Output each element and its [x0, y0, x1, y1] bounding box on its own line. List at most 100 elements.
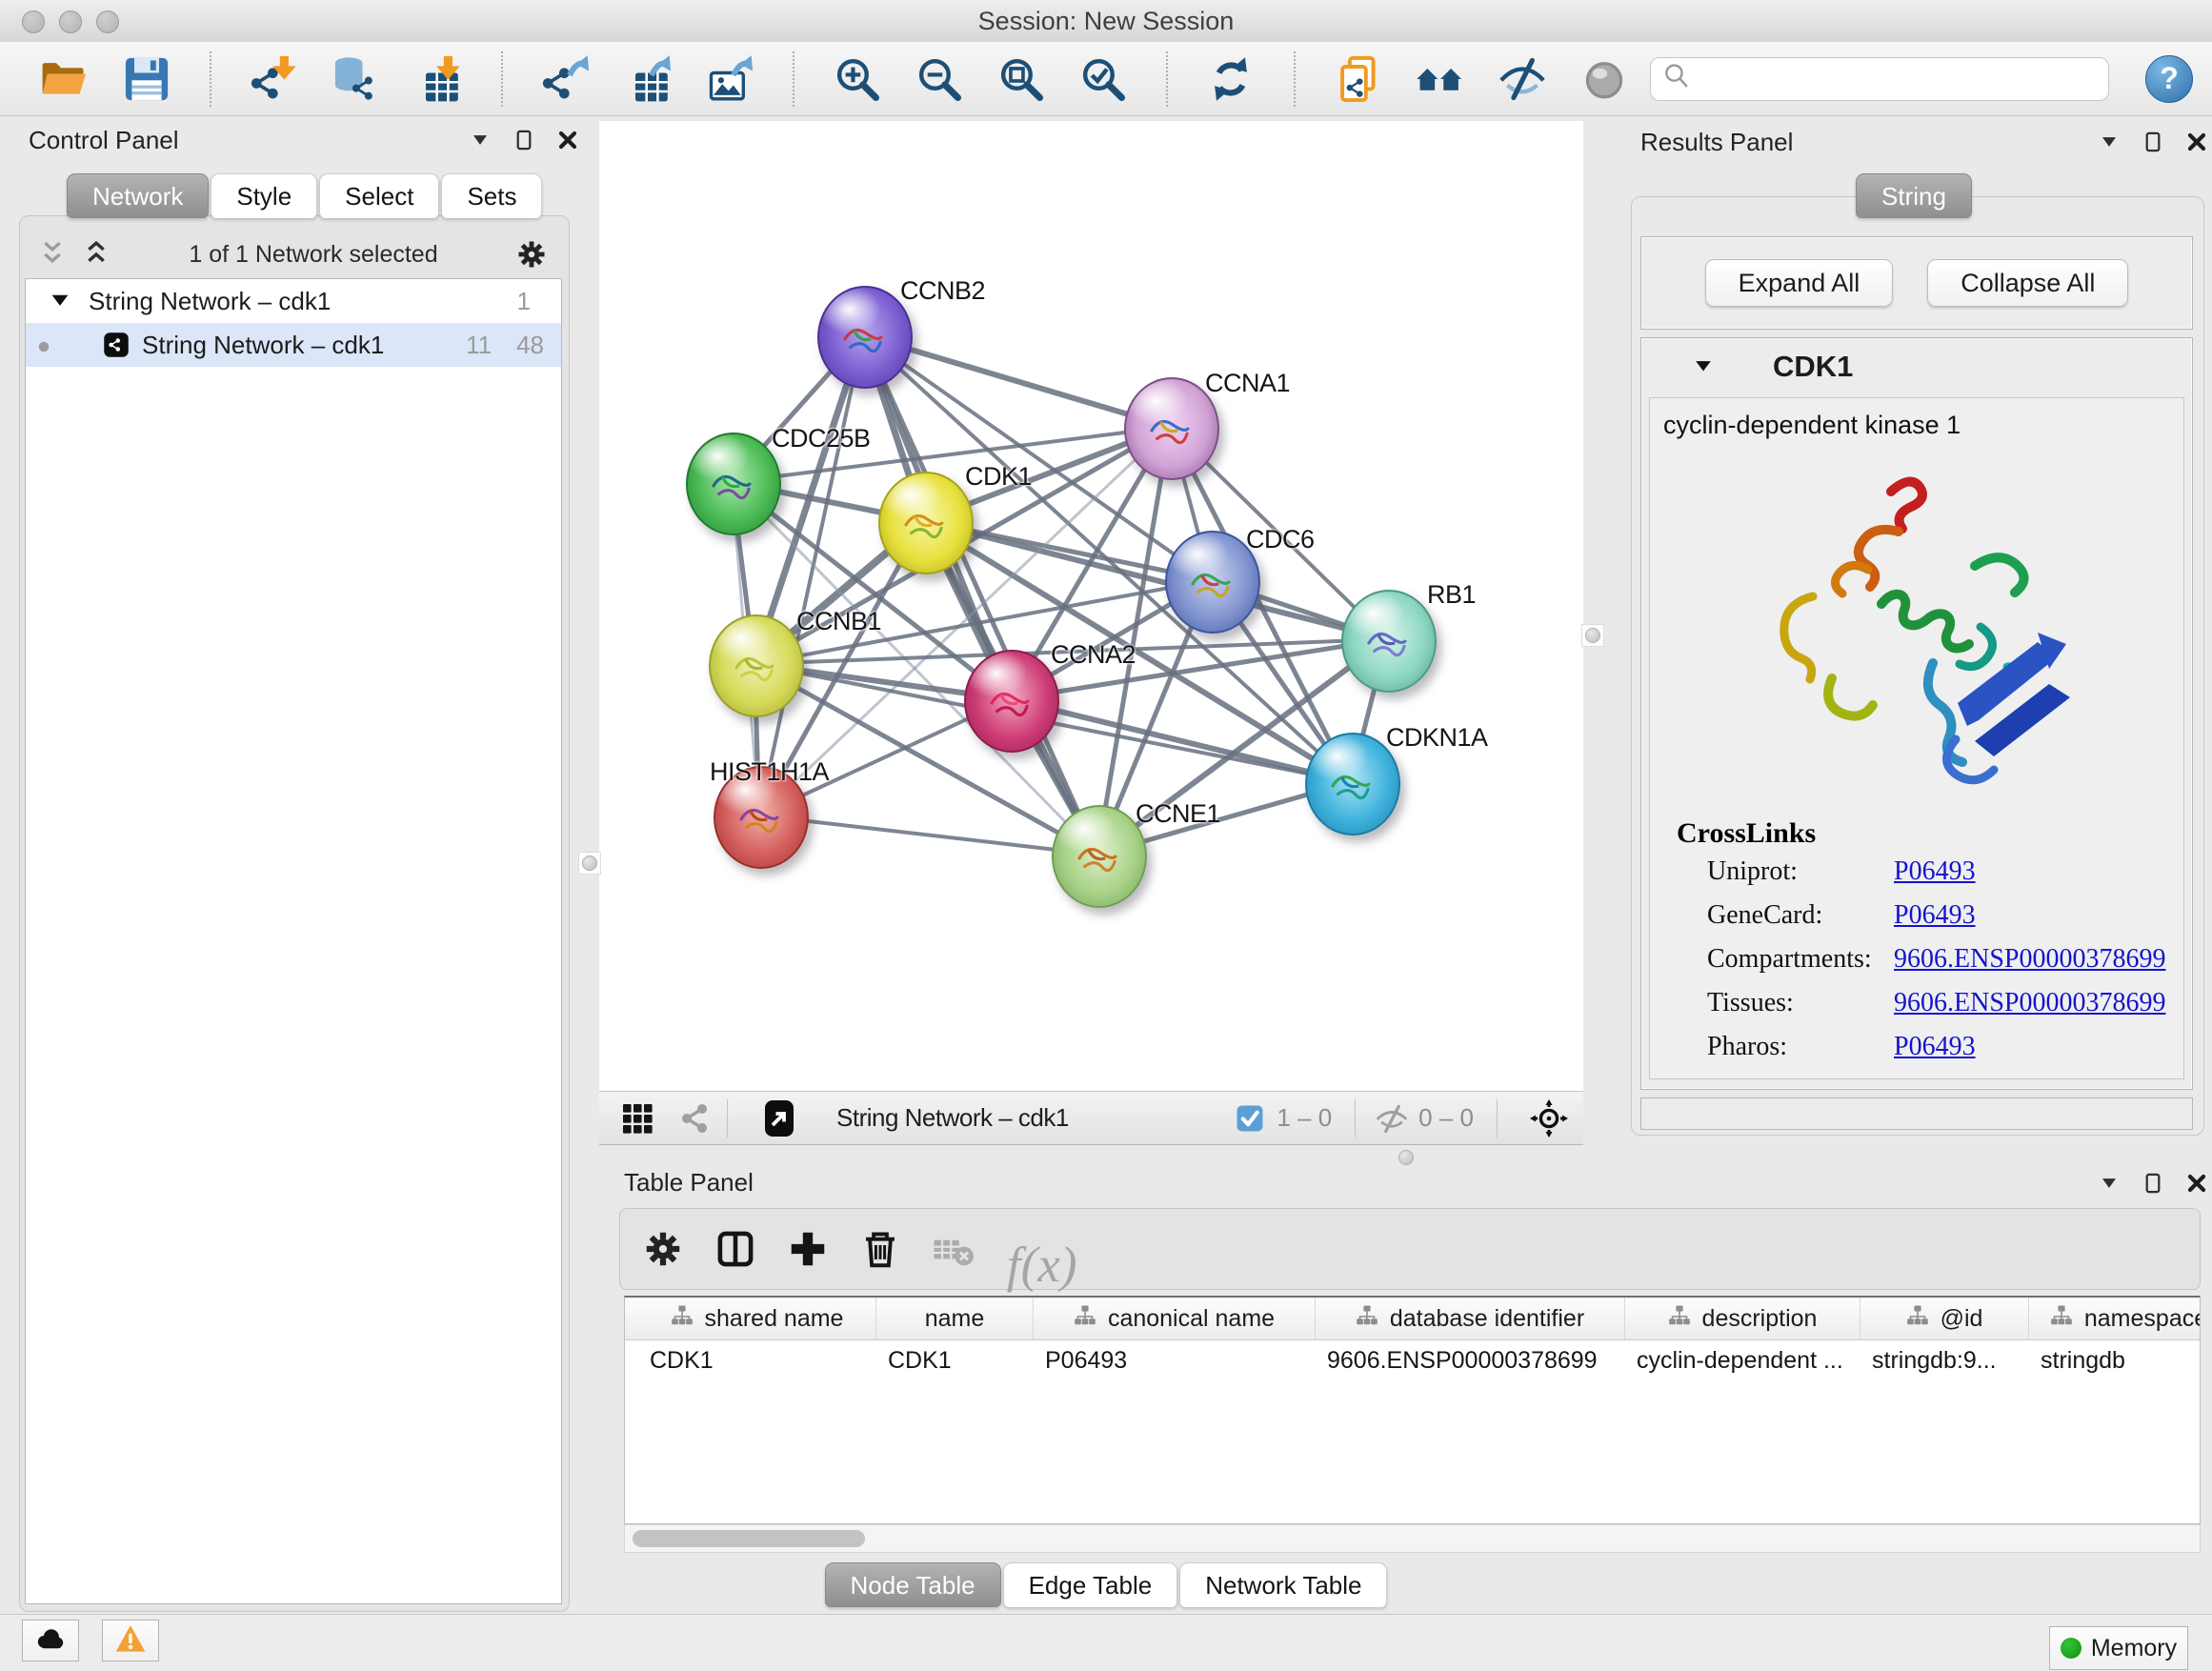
- grid-view-icon[interactable]: [618, 1099, 656, 1137]
- warnings-button[interactable]: [102, 1620, 159, 1661]
- network-node-ccnb2[interactable]: [817, 286, 913, 389]
- search-input[interactable]: [1693, 59, 2108, 99]
- selected-items-checkbox-icon[interactable]: [1233, 1101, 1267, 1136]
- show-neighbors-button[interactable]: [1414, 52, 1467, 106]
- panel-close-icon[interactable]: [2183, 129, 2210, 155]
- export-image-button[interactable]: [703, 52, 756, 106]
- table-header-row: shared namenamecanonical namedatabase id…: [625, 1298, 2200, 1340]
- crosslink-link[interactable]: P06493: [1894, 900, 1976, 931]
- tab-sets[interactable]: Sets: [441, 173, 542, 218]
- apply-layout-icon: [1206, 54, 1256, 104]
- tab-edge-table[interactable]: Edge Table: [1003, 1562, 1178, 1607]
- column-header-name[interactable]: name: [876, 1298, 1034, 1339]
- panel-close-icon[interactable]: [2183, 1170, 2210, 1197]
- duplicate-network-button[interactable]: [1332, 52, 1385, 106]
- panel-float-icon[interactable]: [2140, 129, 2166, 155]
- bottom-splitter-handle[interactable]: [1396, 1147, 1417, 1168]
- open-session-button[interactable]: [38, 52, 91, 106]
- zoom-selected-icon: [1078, 54, 1128, 104]
- table-cell[interactable]: stringdb: [2029, 1347, 2201, 1375]
- help-button[interactable]: ?: [2145, 55, 2193, 103]
- collection-count: 1: [517, 287, 531, 316]
- tab-style[interactable]: Style: [211, 173, 317, 218]
- crosslink-row: GeneCard:P06493: [1677, 894, 2183, 937]
- zoom-out-button[interactable]: [913, 52, 966, 106]
- create-column-icon[interactable]: [786, 1227, 830, 1271]
- delete-column-icon[interactable]: [858, 1227, 902, 1271]
- table-cell[interactable]: stringdb:9...: [1860, 1347, 2029, 1375]
- table-cell[interactable]: cyclin-dependent ...: [1625, 1347, 1860, 1375]
- import-network-database-button[interactable]: [330, 52, 383, 106]
- network-row-selected[interactable]: String Network – cdk1 11 48: [26, 323, 561, 367]
- hidden-items-icon[interactable]: [1375, 1101, 1409, 1136]
- expand-all-networks-icon[interactable]: [80, 238, 112, 271]
- panel-float-icon[interactable]: [511, 127, 537, 153]
- export-network-button[interactable]: [539, 52, 593, 106]
- expand-all-button[interactable]: Expand All: [1705, 259, 1894, 307]
- network-node-cdk1[interactable]: [878, 472, 974, 574]
- memory-button[interactable]: Memory: [2049, 1626, 2188, 1670]
- network-status-bar: String Network – cdk1 1 – 0 0 – 0: [599, 1091, 1583, 1145]
- zoom-selected-button[interactable]: [1076, 52, 1130, 106]
- save-session-button[interactable]: [120, 52, 173, 106]
- zoom-fit-content-button[interactable]: [995, 52, 1048, 106]
- network-node-ccne1[interactable]: [1052, 805, 1147, 908]
- network-collection-row[interactable]: String Network – cdk1 1: [26, 279, 561, 323]
- table-cell[interactable]: CDK1: [638, 1347, 876, 1375]
- column-header-namespace[interactable]: namespace: [2029, 1298, 2201, 1339]
- crosslink-link[interactable]: 9606.ENSP00000378699: [1894, 944, 2165, 975]
- hide-selected-button[interactable]: [1496, 52, 1549, 106]
- table-row[interactable]: CDK1CDK1P064939606.ENSP00000378699cyclin…: [625, 1340, 2200, 1380]
- tab-select[interactable]: Select: [319, 173, 439, 218]
- column-header--id[interactable]: @id: [1860, 1298, 2029, 1339]
- show-all-button[interactable]: [1578, 52, 1631, 106]
- network-canvas[interactable]: CCNB2CCNA1CDC25BCDK1CDC6RB1CCNB1CCNA2CDK…: [599, 121, 1583, 1091]
- table-cell[interactable]: 9606.ENSP00000378699: [1316, 1347, 1625, 1375]
- table-cell[interactable]: CDK1: [876, 1347, 1034, 1375]
- table-horizontal-scrollbar[interactable]: [624, 1524, 2201, 1553]
- gene-expander-icon[interactable]: [1691, 354, 1716, 379]
- tab-network-table[interactable]: Network Table: [1179, 1562, 1387, 1607]
- network-share-icon[interactable]: [675, 1099, 714, 1137]
- network-node-rb1[interactable]: [1341, 590, 1437, 693]
- collapse-all-button[interactable]: Collapse All: [1927, 259, 2128, 307]
- crosslink-link[interactable]: P06493: [1894, 1032, 1976, 1062]
- network-node-ccna2[interactable]: [964, 650, 1059, 753]
- column-header-canonical-name[interactable]: canonical name: [1034, 1298, 1316, 1339]
- collection-expander-icon[interactable]: [47, 288, 73, 314]
- column-header-shared-name[interactable]: shared name: [638, 1298, 876, 1339]
- tab-string[interactable]: String: [1856, 173, 1972, 218]
- collapse-all-networks-icon[interactable]: [36, 238, 69, 271]
- column-header-description[interactable]: description: [1625, 1298, 1860, 1339]
- network-options-gear-icon[interactable]: [514, 237, 549, 272]
- table-options-gear-icon[interactable]: [641, 1227, 685, 1271]
- show-columns-icon[interactable]: [714, 1227, 757, 1271]
- show-all-icon: [1579, 54, 1629, 104]
- column-header-database-identifier[interactable]: database identifier: [1316, 1298, 1625, 1339]
- gene-section-header[interactable]: CDK1: [1641, 338, 2192, 395]
- cloud-status-button[interactable]: [22, 1620, 79, 1661]
- birds-eye-view-icon[interactable]: [760, 1099, 798, 1137]
- crosslink-link[interactable]: P06493: [1894, 856, 1976, 887]
- panel-menu-icon[interactable]: [2096, 129, 2122, 155]
- import-table-file-button[interactable]: [412, 52, 465, 106]
- panel-float-icon[interactable]: [2140, 1170, 2166, 1197]
- zoom-in-button[interactable]: [831, 52, 884, 106]
- crosslink-link[interactable]: 9606.ENSP00000378699: [1894, 988, 2165, 1018]
- network-node-cdc25b[interactable]: [686, 433, 781, 535]
- import-network-file-button[interactable]: [248, 52, 301, 106]
- panel-close-icon[interactable]: [554, 127, 581, 153]
- right-splitter-handle[interactable]: [1581, 624, 1604, 647]
- export-table-button[interactable]: [621, 52, 674, 106]
- tab-node-table[interactable]: Node Table: [825, 1562, 1001, 1607]
- panel-menu-icon[interactable]: [467, 127, 493, 153]
- tab-network[interactable]: Network: [67, 173, 209, 218]
- table-cell[interactable]: P06493: [1034, 1347, 1316, 1375]
- fit-selected-crosshair-icon[interactable]: [1530, 1099, 1568, 1137]
- left-splitter-handle[interactable]: [578, 852, 601, 875]
- network-node-ccnb1[interactable]: [709, 614, 804, 717]
- apply-layout-button[interactable]: [1204, 52, 1257, 106]
- node-label-ccna1: CCNA1: [1205, 369, 1290, 398]
- panel-menu-icon[interactable]: [2096, 1170, 2122, 1197]
- scrollbar-thumb[interactable]: [633, 1530, 865, 1547]
